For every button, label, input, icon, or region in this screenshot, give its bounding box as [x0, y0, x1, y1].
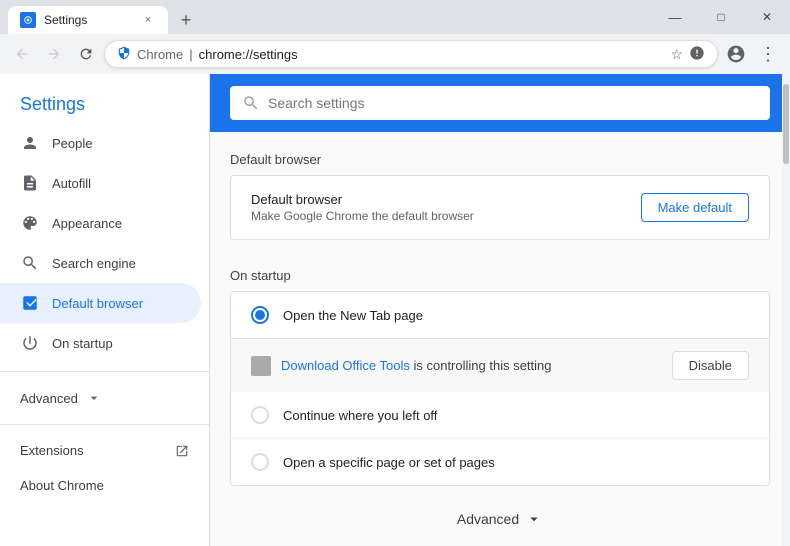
sidebar-divider-2 — [0, 424, 209, 425]
account-button[interactable] — [722, 40, 750, 68]
sidebar-advanced-label: Advanced — [20, 391, 78, 406]
search-icon — [20, 253, 40, 273]
search-bar-area — [210, 74, 790, 132]
default-browser-section-title: Default browser — [230, 132, 770, 175]
sidebar-search-label: Search engine — [52, 256, 136, 271]
extension-control-row: Download Office Tools is controlling thi… — [231, 338, 769, 392]
autofill-icon — [20, 173, 40, 193]
extension-control-text: Download Office Tools is controlling thi… — [281, 358, 662, 373]
advanced-footer[interactable]: Advanced — [230, 494, 770, 544]
back-button[interactable] — [8, 40, 36, 68]
extensions-label: Extensions — [20, 443, 163, 458]
title-bar: Settings × + — □ ✕ — [0, 0, 790, 34]
tab-title: Settings — [44, 13, 132, 27]
main-content: Settings People Autofill Appearance — [0, 74, 790, 546]
radio-new-tab-label: Open the New Tab page — [283, 308, 423, 323]
address-separator: | — [189, 47, 192, 62]
advanced-footer-label: Advanced — [457, 511, 519, 527]
content-area: Default browser Default browser Make Goo… — [210, 132, 790, 546]
sidebar-item-about[interactable]: About Chrome — [0, 468, 209, 503]
sidebar: Settings People Autofill Appearance — [0, 74, 210, 546]
address-text: chrome://settings — [199, 47, 665, 62]
sidebar-item-appearance[interactable]: Appearance — [0, 203, 201, 243]
active-tab[interactable]: Settings × — [8, 6, 168, 34]
person-icon — [20, 133, 40, 153]
sidebar-item-autofill[interactable]: Autofill — [0, 163, 201, 203]
sidebar-item-search-engine[interactable]: Search engine — [0, 243, 201, 283]
palette-icon — [20, 213, 40, 233]
sidebar-item-extensions[interactable]: Extensions — [0, 433, 209, 468]
tab-favicon — [20, 12, 36, 28]
disable-button[interactable]: Disable — [672, 351, 749, 380]
radio-continue[interactable]: Continue where you left off — [231, 392, 769, 438]
radio-continue-label: Continue where you left off — [283, 408, 437, 423]
minimize-button[interactable]: — — [652, 0, 698, 35]
search-icon — [242, 94, 260, 112]
security-icon — [117, 46, 131, 63]
sidebar-title: Settings — [0, 82, 209, 123]
maximize-button[interactable]: □ — [698, 0, 744, 35]
search-box[interactable] — [230, 86, 770, 120]
new-tab-button[interactable]: + — [172, 6, 200, 34]
extension-control-icon — [251, 356, 271, 376]
sidebar-divider — [0, 371, 209, 372]
radio-new-tab-circle — [251, 306, 269, 324]
close-button[interactable]: ✕ — [744, 0, 790, 35]
sidebar-item-people[interactable]: People — [0, 123, 201, 163]
tab-close-button[interactable]: × — [140, 12, 156, 28]
sidebar-people-label: People — [52, 136, 92, 151]
radio-specific-label: Open a specific page or set of pages — [283, 455, 495, 470]
radio-specific-circle — [251, 453, 269, 471]
on-startup-section-title: On startup — [230, 248, 770, 291]
extension-icon[interactable] — [689, 45, 705, 64]
browser-frame: Settings × + — □ ✕ Chrome | chrome://set… — [0, 0, 790, 546]
refresh-button[interactable] — [72, 40, 100, 68]
default-browser-row: Default browser Make Google Chrome the d… — [231, 176, 769, 239]
on-startup-card: Open the New Tab page Download Office To… — [230, 291, 770, 486]
advanced-chevron-icon — [525, 510, 543, 528]
startup-icon — [20, 333, 40, 353]
about-label: About Chrome — [20, 478, 104, 493]
make-default-button[interactable]: Make default — [641, 193, 749, 222]
address-bar[interactable]: Chrome | chrome://settings ☆ — [104, 40, 718, 68]
address-prefix: Chrome — [137, 47, 183, 62]
sidebar-default-browser-label: Default browser — [52, 296, 143, 311]
default-browser-card: Default browser Make Google Chrome the d… — [230, 175, 770, 240]
bookmark-icon[interactable]: ☆ — [670, 46, 683, 63]
search-input[interactable] — [268, 95, 758, 111]
forward-button[interactable] — [40, 40, 68, 68]
sidebar-item-default-browser[interactable]: Default browser — [0, 283, 201, 323]
settings-content: Default browser Default browser Make Goo… — [210, 74, 790, 546]
navigation-bar: Chrome | chrome://settings ☆ ⋮ — [0, 34, 790, 74]
scrollbar[interactable] — [782, 74, 790, 546]
sidebar-on-startup-label: On startup — [52, 336, 113, 351]
radio-new-tab[interactable]: Open the New Tab page — [231, 292, 769, 338]
radio-continue-circle — [251, 406, 269, 424]
sidebar-appearance-label: Appearance — [52, 216, 122, 231]
menu-button[interactable]: ⋮ — [754, 40, 782, 68]
default-browser-text: Default browser Make Google Chrome the d… — [251, 192, 629, 223]
extension-suffix: is controlling this setting — [410, 358, 552, 373]
scrollbar-thumb[interactable] — [783, 84, 789, 164]
radio-specific-page[interactable]: Open a specific page or set of pages — [231, 438, 769, 485]
default-browser-subtitle: Make Google Chrome the default browser — [251, 209, 629, 223]
default-browser-title: Default browser — [251, 192, 629, 207]
sidebar-advanced[interactable]: Advanced — [0, 380, 209, 416]
sidebar-autofill-label: Autofill — [52, 176, 91, 191]
browser-icon — [20, 293, 40, 313]
extension-link[interactable]: Download Office Tools — [281, 358, 410, 373]
sidebar-item-on-startup[interactable]: On startup — [0, 323, 201, 363]
